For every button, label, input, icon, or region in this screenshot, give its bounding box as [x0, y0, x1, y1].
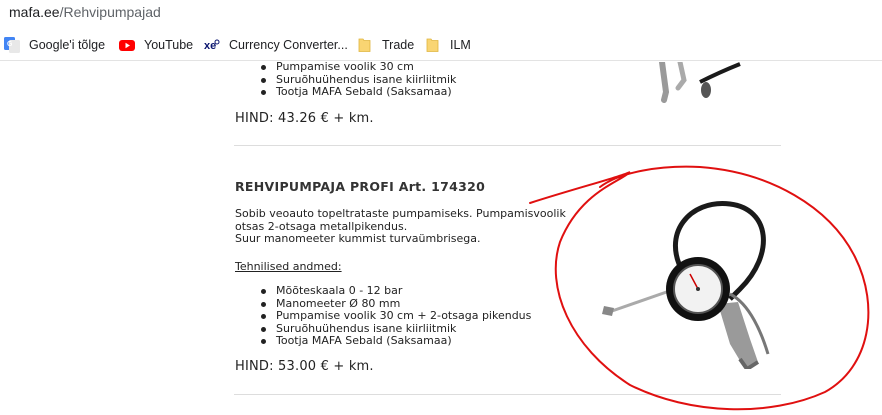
youtube-icon: [119, 37, 135, 53]
bookmark-label: Trade: [382, 38, 415, 52]
bookmark-google-translate[interactable]: G Google'i tõlge: [4, 37, 105, 53]
product2-price: HIND: 53.00 € + km.: [235, 359, 374, 374]
url-path: /Rehvipumpajad: [59, 4, 161, 20]
url-text[interactable]: mafa.ee/Rehvipumpajad: [9, 4, 161, 20]
product2-description: Sobib veoauto topeltrataste pumpamiseks.…: [235, 207, 566, 246]
svg-text:xe: xe: [204, 40, 216, 52]
url-host: mafa.ee: [9, 4, 60, 20]
bookmark-ilm[interactable]: ILM: [425, 37, 471, 53]
address-bar[interactable]: mafa.ee/Rehvipumpajad: [0, 0, 882, 29]
bookmark-label: Google'i tõlge: [29, 38, 106, 52]
google-translate-icon: G: [4, 37, 20, 53]
bookmarks-bar: G Google'i tõlge YouTube xe Currency Con…: [0, 29, 882, 61]
product1-image: [659, 62, 741, 103]
bookmark-trade[interactable]: Trade: [357, 37, 414, 53]
bookmark-label: YouTube: [144, 38, 194, 52]
bookmark-youtube[interactable]: YouTube: [119, 37, 193, 53]
product1-price: HIND: 43.26 € + km.: [235, 111, 374, 126]
folder-icon: [357, 37, 373, 53]
red-circle-annotation: [529, 165, 870, 411]
xe-icon: xe: [204, 37, 220, 53]
tech-data-label: Tehnilised andmed:: [235, 260, 342, 273]
divider: [234, 145, 781, 146]
folder-icon: [425, 37, 441, 53]
desc-line: Sobib veoauto topeltrataste pumpamiseks.…: [235, 207, 566, 220]
spec-item: Tootja MAFA Sebald (Saksamaa): [260, 334, 531, 348]
spec-item: Pumpamise voolik 30 cm + 2-otsaga pikend…: [260, 309, 532, 322]
spec-item: Tootja MAFA Sebald (Saksamaa): [260, 85, 456, 99]
bookmark-label: Currency Converter...: [229, 38, 348, 52]
product2-spec-list: Mõõteskaala 0 - 12 bar Manomeeter Ø 80 m…: [260, 284, 532, 348]
spec-item: Mõõteskaala 0 - 12 bar: [260, 284, 531, 298]
product1-spec-list: Pumpamise voolik 30 cm Suruõhuühendus is…: [260, 62, 456, 99]
bookmark-label: ILM: [450, 38, 471, 52]
product2-title: REHVIPUMPAJA PROFI Art. 174320: [235, 179, 486, 194]
desc-line: Suur manomeeter kummist turvaümbrisega.: [235, 232, 481, 245]
page-content: Pumpamise voolik 30 cm Suruõhuühendus is…: [0, 62, 882, 415]
bookmark-currency-converter[interactable]: xe Currency Converter...: [204, 37, 348, 53]
spec-item: Pumpamise voolik 30 cm: [260, 62, 456, 74]
svg-text:G: G: [7, 41, 13, 48]
